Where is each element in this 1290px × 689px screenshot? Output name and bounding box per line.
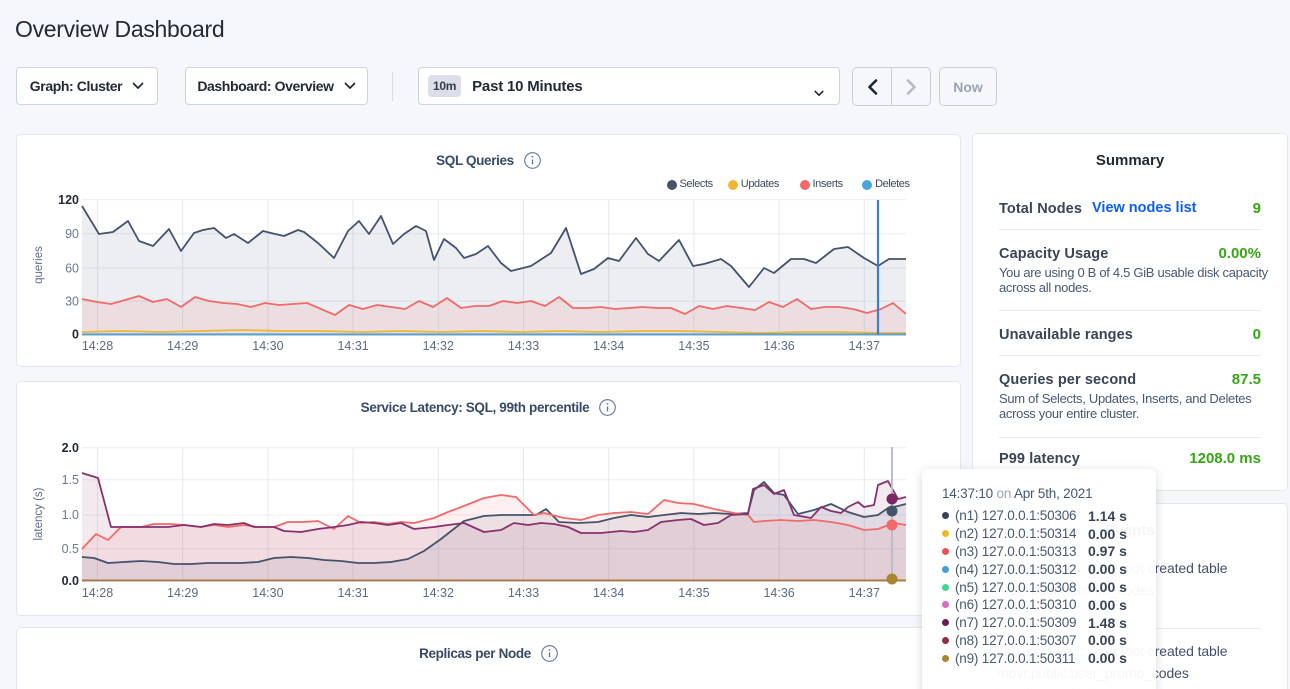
svg-text:14:31: 14:31 bbox=[337, 586, 368, 600]
svg-text:14:31: 14:31 bbox=[337, 339, 368, 353]
svg-text:14:29: 14:29 bbox=[167, 339, 198, 353]
svg-text:14:30: 14:30 bbox=[252, 339, 283, 353]
svg-text:14:35: 14:35 bbox=[678, 586, 709, 600]
svg-text:14:37: 14:37 bbox=[849, 586, 880, 600]
svg-text:14:28: 14:28 bbox=[82, 586, 113, 600]
svg-text:1.0: 1.0 bbox=[62, 508, 79, 522]
svg-text:0: 0 bbox=[72, 328, 79, 342]
svg-text:queries: queries bbox=[33, 246, 45, 284]
svg-text:14:36: 14:36 bbox=[763, 586, 794, 600]
svg-text:0.5: 0.5 bbox=[62, 542, 79, 556]
svg-text:14:30: 14:30 bbox=[252, 586, 283, 600]
svg-text:14:37: 14:37 bbox=[849, 339, 880, 353]
svg-text:60: 60 bbox=[65, 261, 79, 275]
svg-text:14:36: 14:36 bbox=[763, 339, 794, 353]
svg-text:14:29: 14:29 bbox=[167, 586, 198, 600]
svg-text:30: 30 bbox=[65, 295, 79, 309]
svg-text:0.0: 0.0 bbox=[62, 574, 79, 588]
svg-text:90: 90 bbox=[65, 227, 79, 241]
svg-text:14:32: 14:32 bbox=[423, 339, 454, 353]
svg-text:14:32: 14:32 bbox=[423, 586, 454, 600]
svg-text:2.0: 2.0 bbox=[62, 441, 79, 455]
svg-text:120: 120 bbox=[58, 193, 79, 207]
svg-text:1.5: 1.5 bbox=[62, 473, 79, 487]
svg-text:14:33: 14:33 bbox=[508, 339, 539, 353]
svg-text:14:34: 14:34 bbox=[593, 339, 624, 353]
svg-text:14:35: 14:35 bbox=[678, 339, 709, 353]
svg-text:latency (s): latency (s) bbox=[33, 487, 45, 540]
svg-text:14:34: 14:34 bbox=[593, 586, 624, 600]
svg-text:14:28: 14:28 bbox=[82, 339, 113, 353]
svg-text:14:33: 14:33 bbox=[508, 586, 539, 600]
